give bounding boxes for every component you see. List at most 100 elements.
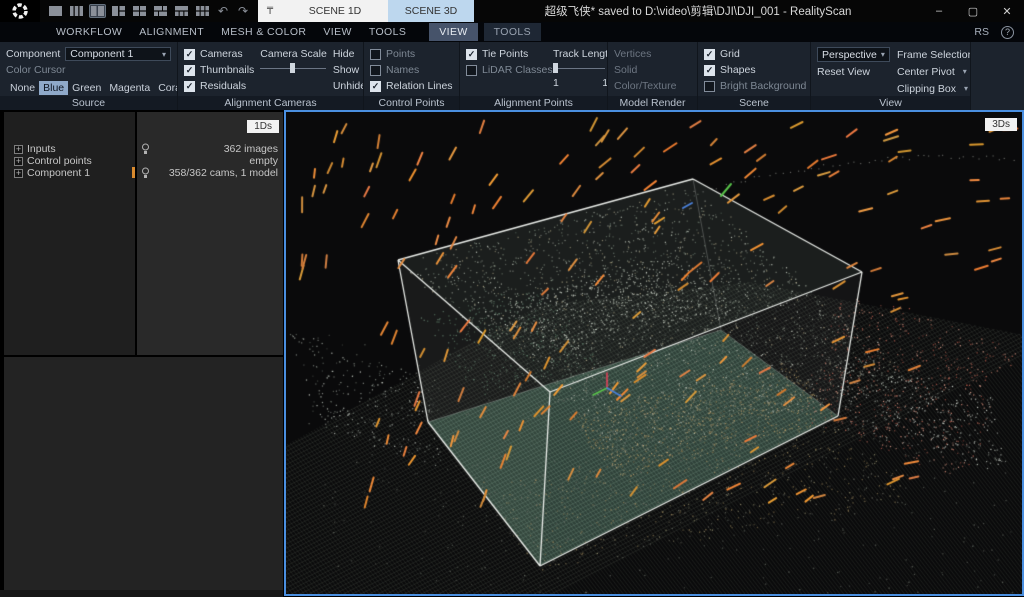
tree-item-inputs[interactable]: + Inputs — [14, 143, 56, 155]
unhide-all-button[interactable]: Unhide All — [333, 78, 363, 94]
cameras-checkbox[interactable]: Cameras — [184, 46, 254, 62]
group-label-scene: Scene — [698, 96, 810, 110]
context-tab-tools[interactable]: TOOLS — [484, 23, 541, 41]
group-label-model-render: Model Render — [608, 96, 697, 110]
menu-alignment[interactable]: ALIGNMENT — [139, 26, 204, 38]
layout-grid2x2-icon[interactable] — [132, 5, 147, 17]
tab-scene-1d[interactable]: SCENE 1D — [282, 0, 388, 22]
color-cursor-options: None Blue Green Magenta Coral — [6, 80, 171, 96]
cursor-option-green[interactable]: Green — [68, 81, 105, 95]
ribbon-group-view: Perspective ▾ Reset View Frame Selection… — [811, 42, 971, 110]
minimize-button[interactable]: – — [922, 0, 956, 22]
ribbon-group-alignment-points: Tie Points LiDAR Classes Track Length 1 … — [460, 42, 608, 110]
tab-scene-3d[interactable]: SCENE 3D — [388, 0, 474, 22]
visibility-bulb-icon[interactable] — [141, 167, 150, 179]
tree-item-control-points[interactable]: + Control points — [14, 155, 92, 167]
track-length-slider[interactable] — [553, 62, 605, 74]
layout-grid3x2-icon[interactable] — [195, 5, 210, 17]
shapes-checkbox[interactable]: Shapes — [704, 62, 804, 78]
close-button[interactable]: ✕ — [990, 0, 1024, 22]
grid-label: Grid — [720, 48, 740, 60]
maximize-button[interactable]: ▢ — [956, 0, 990, 22]
main-area: + Inputs + Control points + Component 1 … — [0, 110, 1024, 597]
scene-tab-strip: ₸ SCENE 1D SCENE 3D — [258, 0, 474, 22]
clipping-box-button[interactable]: Clipping Box — [897, 83, 956, 95]
names-checkbox[interactable]: Names — [370, 62, 453, 78]
point-cloud-canvas[interactable] — [286, 112, 1022, 594]
scene-1d-pane[interactable]: + Inputs + Control points + Component 1 … — [4, 112, 283, 355]
empty-pane[interactable] — [4, 357, 283, 590]
tree-item-component-1[interactable]: + Component 1 — [14, 167, 90, 179]
projection-value: Perspective — [822, 49, 877, 61]
points-checkbox[interactable]: Points — [370, 46, 453, 62]
help-icon[interactable]: ? — [1001, 26, 1014, 39]
lidar-classes-label: LiDAR Classes — [482, 64, 553, 76]
expand-icon[interactable]: + — [14, 169, 23, 178]
color-texture-button[interactable]: Color/Texture — [614, 78, 691, 94]
track-length-max: 15 — [602, 77, 607, 89]
redo-icon[interactable]: ↷ — [236, 4, 250, 18]
group-label-control-points: Control Points — [364, 96, 459, 110]
window-title: 超级飞侠* saved to D:\video\剪辑\DJI\DJI_001 -… — [474, 0, 922, 22]
realityscan-logo-icon — [12, 3, 28, 19]
bright-background-checkbox[interactable]: Bright Background — [704, 78, 804, 94]
menu-workflow[interactable]: WORKFLOW — [56, 26, 122, 38]
layout-grid-mixed-icon[interactable] — [153, 5, 168, 17]
cursor-option-blue[interactable]: Blue — [39, 81, 68, 95]
solid-button[interactable]: Solid — [614, 62, 691, 78]
menu-tools[interactable]: TOOLS — [369, 26, 406, 38]
visibility-bulb-icon[interactable] — [141, 143, 150, 155]
pin-icon[interactable]: ₸ — [258, 0, 282, 22]
chevron-down-icon: ▾ — [964, 84, 968, 93]
layout-top-bottom-icon[interactable] — [174, 5, 189, 17]
show-button[interactable]: Show — [333, 62, 363, 78]
rs-account-label[interactable]: RS — [974, 26, 989, 38]
frame-selection-button[interactable]: Frame Selection — [897, 49, 970, 61]
grid-checkbox[interactable]: Grid — [704, 46, 804, 62]
camera-scale-slider[interactable] — [260, 62, 326, 74]
layout-columns-icon[interactable] — [69, 5, 84, 17]
layout-single-icon[interactable] — [48, 5, 63, 17]
bottom-strip — [0, 590, 283, 597]
thumbnails-checkbox[interactable]: Thumbnails — [184, 62, 254, 78]
cursor-option-coral[interactable]: Coral — [154, 81, 177, 95]
points-label: Points — [386, 48, 415, 60]
hide-button[interactable]: Hide — [333, 46, 363, 62]
layout-left-rows-icon[interactable] — [111, 5, 126, 17]
project-tree: + Inputs + Control points + Component 1 — [4, 112, 135, 355]
component-value: Component 1 — [70, 48, 133, 60]
shapes-label: Shapes — [720, 64, 756, 76]
context-tab-view[interactable]: VIEW — [429, 23, 477, 41]
component-status: 358/362 cams, 1 model — [150, 167, 278, 179]
cursor-option-magenta[interactable]: Magenta — [105, 81, 154, 95]
expand-icon[interactable]: + — [14, 145, 23, 154]
projection-dropdown[interactable]: Perspective ▾ — [817, 47, 890, 62]
component-dropdown[interactable]: Component 1 ▾ — [65, 47, 171, 61]
center-pivot-button[interactable]: Center Pivot — [897, 66, 955, 78]
chevron-down-icon: ▾ — [881, 50, 885, 59]
residuals-checkbox[interactable]: Residuals — [184, 78, 254, 94]
scene-3d-viewport[interactable]: 3Ds — [284, 110, 1024, 596]
cursor-option-none[interactable]: None — [6, 81, 39, 95]
ribbon-group-control-points: Points Names Relation Lines Control Poin… — [364, 42, 460, 110]
reset-view-button[interactable]: Reset View — [817, 63, 889, 80]
camera-scale-label: Camera Scale — [260, 46, 327, 62]
undo-icon[interactable]: ↶ — [216, 4, 230, 18]
menu-bar: WORKFLOW ALIGNMENT MESH & COLOR VIEW TOO… — [0, 22, 1024, 42]
relation-lines-checkbox[interactable]: Relation Lines — [370, 78, 453, 94]
group-label-view: View — [811, 96, 970, 110]
pane-badge-1ds: 1Ds — [247, 120, 279, 133]
vertices-button[interactable]: Vertices — [614, 46, 691, 62]
lidar-classes-checkbox[interactable]: LiDAR Classes — [466, 62, 548, 78]
group-label-source: Source — [0, 96, 177, 110]
ribbon-group-scene: Grid Shapes Bright Background Scene — [698, 42, 811, 110]
menu-view[interactable]: VIEW — [323, 26, 351, 38]
tree-label-component-1: Component 1 — [27, 167, 90, 179]
expand-icon[interactable]: + — [14, 157, 23, 166]
chevron-down-icon: ▾ — [963, 67, 967, 76]
layout-split-icon-active[interactable] — [90, 5, 105, 17]
names-label: Names — [386, 64, 419, 76]
color-cursor-label: Color Cursor — [6, 62, 171, 78]
tie-points-checkbox[interactable]: Tie Points — [466, 46, 548, 62]
menu-mesh-color[interactable]: MESH & COLOR — [221, 26, 306, 38]
